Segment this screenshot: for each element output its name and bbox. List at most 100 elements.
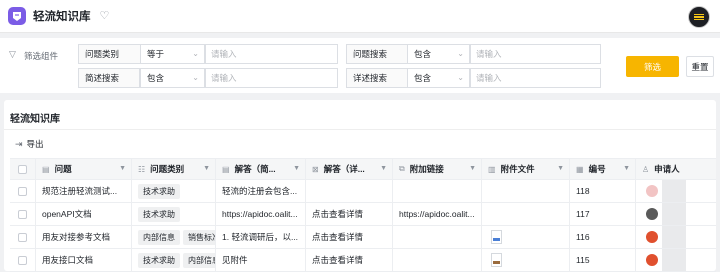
table-row[interactable]: 规范注册轻流测试... 技术求助 轻流的注册会包含... 118 bbox=[10, 180, 716, 203]
filter-field-detail-search: 详述搜索 bbox=[346, 68, 408, 88]
filter-value-input[interactable]: 请输入 bbox=[205, 44, 338, 64]
cell-link[interactable] bbox=[393, 180, 482, 202]
filter-value-input[interactable]: 请输入 bbox=[470, 68, 601, 88]
reset-button[interactable]: 重置 bbox=[686, 56, 714, 77]
row-checkbox-cell[interactable] bbox=[10, 226, 36, 248]
cell-number[interactable]: 118 bbox=[570, 180, 636, 202]
cell-file[interactable] bbox=[482, 180, 570, 202]
chevron-down-icon: ⌄ bbox=[192, 73, 199, 82]
cell-number[interactable]: 117 bbox=[570, 203, 636, 225]
filter-operator-select[interactable]: 包含 ⌄ bbox=[407, 68, 470, 88]
cell-category[interactable]: 技术求助 bbox=[132, 180, 216, 202]
favorite-heart-icon[interactable]: ♡ bbox=[100, 10, 110, 22]
column-header-detail[interactable]: ⊠ 解答（详... ▼ bbox=[306, 159, 393, 179]
cell-file[interactable] bbox=[482, 203, 570, 225]
panel-title: 轻流知识库 bbox=[10, 114, 60, 125]
filter-value-input[interactable]: 请输入 bbox=[470, 44, 601, 64]
filter-bar: ▽ 筛选组件 问题类别 等于 ⌄ 请输入 问题搜索 包含 ⌄ 请输入 简述搜索 包含… bbox=[0, 38, 720, 93]
cell-category[interactable]: 技术求助内部信息 bbox=[132, 249, 216, 271]
chevron-down-icon: ⌄ bbox=[457, 49, 464, 58]
row-checkbox-cell[interactable] bbox=[10, 203, 36, 225]
cell-category[interactable]: 技术求助 bbox=[132, 203, 216, 225]
column-header-category[interactable]: ☷ 问题类别 ▼ bbox=[132, 159, 216, 179]
column-header-question[interactable]: ▤ 问题 ▼ bbox=[36, 159, 132, 179]
cell-brief[interactable]: 轻流的注册会包含... bbox=[216, 180, 306, 202]
caret-down-icon[interactable]: ▼ bbox=[623, 165, 630, 172]
applicant-avatar bbox=[646, 208, 658, 220]
top-bar: 轻流知识库 ♡ bbox=[0, 0, 720, 33]
row-checkbox-cell[interactable] bbox=[10, 249, 36, 271]
cell-detail[interactable]: 点击查看详情 bbox=[306, 226, 393, 248]
cell-category[interactable]: 内部信息销售标准 bbox=[132, 226, 216, 248]
cell-question[interactable]: 用友对接参考文档 bbox=[36, 226, 132, 248]
document-file-icon[interactable] bbox=[491, 253, 502, 267]
cell-brief[interactable]: https://apidoc.oalit... bbox=[216, 203, 306, 225]
column-label: 问题 bbox=[54, 164, 72, 174]
text-field-icon: ▤ bbox=[222, 164, 230, 174]
cell-number[interactable]: 115 bbox=[570, 249, 636, 271]
category-tag: 内部信息 bbox=[138, 229, 180, 245]
column-label: 申请人 bbox=[654, 164, 680, 174]
chevron-down-icon: ⌄ bbox=[192, 49, 199, 58]
caret-down-icon[interactable]: ▼ bbox=[203, 165, 210, 172]
checkbox[interactable] bbox=[18, 255, 27, 265]
column-label: 解答（详... bbox=[323, 164, 365, 174]
operator-value: 包含 bbox=[414, 49, 432, 59]
caret-down-icon[interactable]: ▼ bbox=[293, 165, 300, 172]
table-row[interactable]: 用友对接参考文档 内部信息销售标准 1. 轻流调研后，以... 点击查看详情 1… bbox=[10, 226, 716, 249]
cell-detail[interactable] bbox=[306, 180, 393, 202]
select-field-icon: ☷ bbox=[138, 164, 146, 174]
table-row[interactable]: openAPI文档 技术求助 https://apidoc.oalit... 点… bbox=[10, 203, 716, 226]
row-checkbox-cell[interactable] bbox=[10, 180, 36, 202]
caret-down-icon[interactable]: ▼ bbox=[557, 165, 564, 172]
filter-button[interactable]: 筛选 bbox=[626, 56, 679, 77]
cell-question[interactable]: 规范注册轻流测试... bbox=[36, 180, 132, 202]
caret-down-icon[interactable]: ▼ bbox=[119, 165, 126, 172]
cell-brief[interactable]: 1. 轻流调研后，以... bbox=[216, 226, 306, 248]
filter-field-brief-search: 简述搜索 bbox=[78, 68, 140, 88]
column-label: 附件文件 bbox=[500, 164, 535, 174]
document-file-icon[interactable] bbox=[491, 230, 502, 244]
cell-brief[interactable]: 见附件 bbox=[216, 249, 306, 271]
cell-detail[interactable]: 点击查看详情 bbox=[306, 249, 393, 271]
export-button[interactable]: ⇥ 导出 bbox=[15, 138, 44, 150]
cell-number[interactable]: 116 bbox=[570, 226, 636, 248]
filter-operator-select[interactable]: 等于 ⌄ bbox=[140, 44, 205, 64]
checkbox[interactable] bbox=[18, 186, 27, 196]
column-header-file[interactable]: ▥ 附件文件 ▼ bbox=[482, 159, 570, 179]
cell-file[interactable] bbox=[482, 226, 570, 248]
cell-link[interactable] bbox=[393, 249, 482, 271]
app-logo-icon bbox=[8, 7, 26, 25]
column-label: 解答（简... bbox=[234, 164, 276, 174]
divider bbox=[4, 129, 716, 130]
column-header-applicant[interactable]: ♙ 申请人 bbox=[636, 159, 716, 179]
checkbox[interactable] bbox=[18, 232, 27, 242]
link-icon: ⧉ bbox=[399, 164, 405, 173]
caret-down-icon[interactable]: ▼ bbox=[469, 165, 476, 172]
operator-value: 包含 bbox=[414, 73, 432, 83]
cell-link[interactable] bbox=[393, 226, 482, 248]
filter-field-question-search: 问题搜索 bbox=[346, 44, 408, 64]
table-row[interactable]: 用友接口文档 技术求助内部信息 见附件 点击查看详情 115 bbox=[10, 249, 716, 272]
user-avatar[interactable] bbox=[688, 6, 710, 28]
column-header-brief[interactable]: ▤ 解答（简... ▼ bbox=[216, 159, 306, 179]
export-label: 导出 bbox=[26, 139, 44, 149]
column-label: 附加链接 bbox=[409, 164, 444, 174]
cell-link[interactable]: https://apidoc.oalit... bbox=[393, 203, 482, 225]
filter-value-input[interactable]: 请输入 bbox=[205, 68, 338, 88]
checkbox[interactable] bbox=[18, 164, 27, 174]
cell-file[interactable] bbox=[482, 249, 570, 271]
category-tag: 内部信息 bbox=[183, 252, 215, 268]
checkbox[interactable] bbox=[18, 209, 27, 219]
cell-question[interactable]: openAPI文档 bbox=[36, 203, 132, 225]
select-all-checkbox[interactable] bbox=[10, 159, 36, 179]
cell-question[interactable]: 用友接口文档 bbox=[36, 249, 132, 271]
cell-detail[interactable]: 点击查看详情 bbox=[306, 203, 393, 225]
filter-operator-select[interactable]: 包含 ⌄ bbox=[140, 68, 205, 88]
caret-down-icon[interactable]: ▼ bbox=[380, 165, 387, 172]
redacted-block bbox=[662, 203, 686, 225]
redacted-block bbox=[662, 180, 686, 202]
filter-operator-select[interactable]: 包含 ⌄ bbox=[407, 44, 470, 64]
column-header-number[interactable]: ▦ 编号 ▼ bbox=[570, 159, 636, 179]
column-header-link[interactable]: ⧉ 附加链接 ▼ bbox=[393, 159, 482, 179]
